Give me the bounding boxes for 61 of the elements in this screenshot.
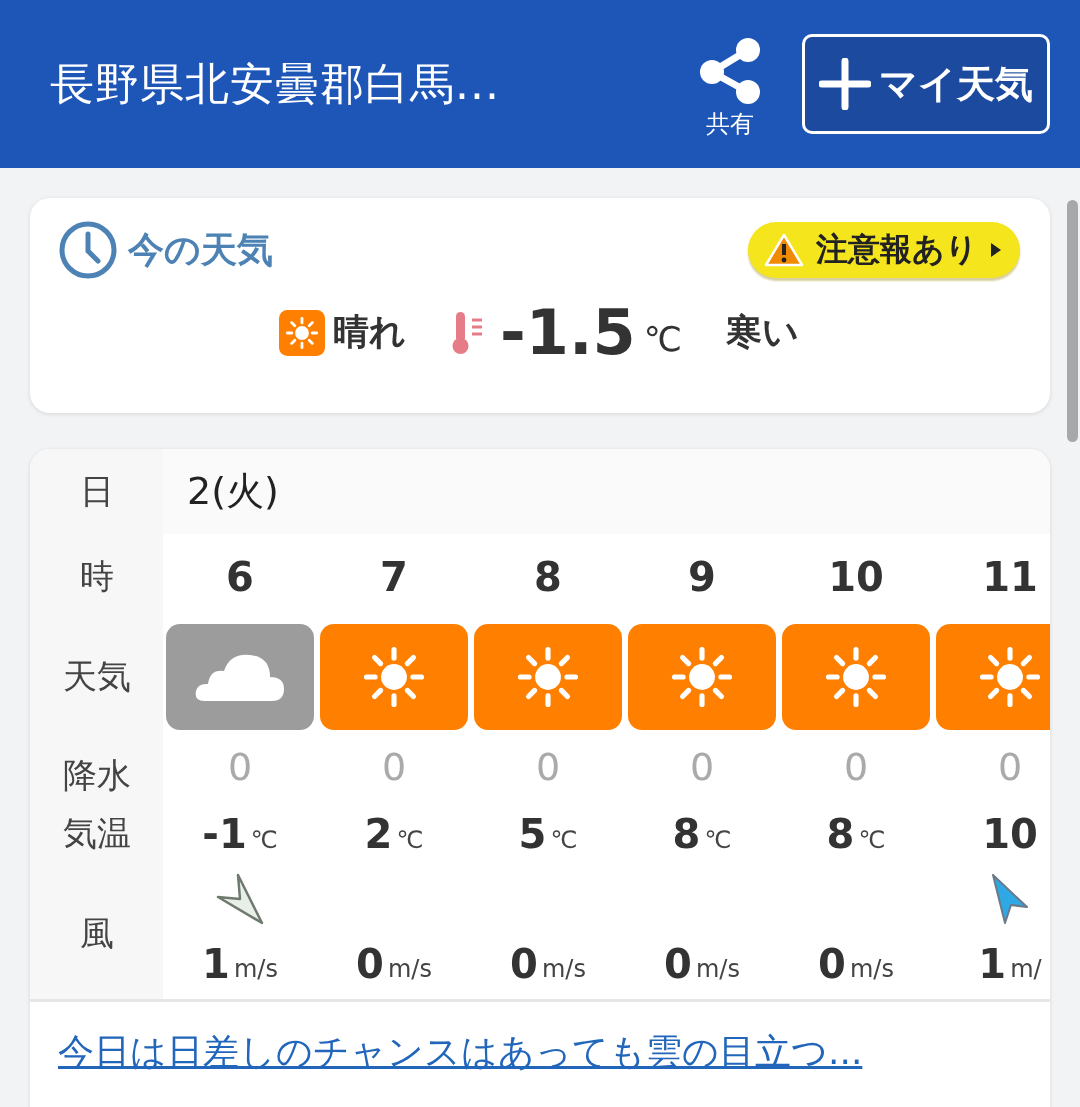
precipitation-value: 0 <box>226 743 254 791</box>
feeling-label: 寒い <box>725 310 799 354</box>
hour-label: 9 <box>687 552 717 602</box>
wind-speed-unit: m/ <box>1010 955 1042 983</box>
hour-label: 8 <box>533 552 563 602</box>
wind-speed-value: 1 <box>202 941 230 987</box>
wind-speed-value: 1 <box>978 941 1007 987</box>
share-button[interactable]: 共有 <box>696 36 764 140</box>
wind-speed-unit: m/s <box>849 955 894 983</box>
wind-speed-value: 0 <box>818 941 846 987</box>
thermometer-icon <box>450 309 485 356</box>
temperature-value: 8 <box>826 811 855 857</box>
row-label: 風 <box>78 912 115 955</box>
precipitation-value: 0 <box>996 743 1024 791</box>
temperature-unit: ℃ <box>250 826 278 854</box>
hour-label: 10 <box>827 552 885 602</box>
caret-icon <box>990 242 1002 258</box>
temperature-value: 2 <box>364 811 393 857</box>
sun-icon <box>279 309 326 356</box>
my-weather-button[interactable]: マイ天気 <box>802 34 1050 134</box>
weather-label: 晴れ <box>333 310 407 354</box>
precipitation-value: 0 <box>534 743 562 791</box>
temperature-unit: ℃ <box>858 826 886 854</box>
location-title: 長野県北安曇郡白馬... <box>50 56 501 111</box>
wind-speed-unit: m/s <box>541 955 586 983</box>
date-label: 2(火) <box>186 468 280 515</box>
temperature-unit: ℃ <box>704 826 732 854</box>
precipitation-value: 0 <box>380 743 408 791</box>
temperature-unit: ℃ <box>396 826 424 854</box>
temperature-value: -1 <box>202 811 247 857</box>
temperature-unit: ℃ <box>643 319 682 359</box>
temperature-value: -1.5 <box>500 296 636 369</box>
hour-label: 7 <box>379 552 409 602</box>
clock-icon <box>58 220 118 280</box>
wind-speed-unit: m/s <box>387 955 432 983</box>
temperature-unit: ℃ <box>550 826 578 854</box>
advisory-badge[interactable]: 注意報あり <box>748 222 1020 278</box>
wind-speed-value: 0 <box>356 941 384 987</box>
precipitation-value: 0 <box>842 743 870 791</box>
hour-label: 6 <box>225 552 255 602</box>
row-label: 気温 <box>61 812 132 855</box>
wind-speed-value: 0 <box>510 941 538 987</box>
precipitation-value: 0 <box>688 743 716 791</box>
warning-icon <box>764 232 804 268</box>
hour-label: 11 <box>981 552 1039 602</box>
scrollbar-thumb[interactable] <box>1067 200 1078 442</box>
temperature-value: 8 <box>672 811 701 857</box>
wind-arrow-icon <box>991 873 1029 925</box>
temperature-value: 10 <box>982 811 1038 857</box>
row-label: 日 <box>78 469 115 513</box>
wind-arrow-icon <box>216 873 264 925</box>
row-label: 降水 <box>61 754 132 797</box>
wind-speed-value: 0 <box>664 941 692 987</box>
temperature-value: 5 <box>518 811 547 857</box>
current-weather-title: 今の天気 <box>128 227 273 272</box>
wind-speed-unit: m/s <box>233 955 278 983</box>
plus-icon <box>819 58 871 110</box>
wind-speed-unit: m/s <box>695 955 740 983</box>
forecast-summary-link[interactable]: 今日は日差しのチャンスはあっても雲の目立つ... <box>58 1031 863 1072</box>
row-label: 時 <box>78 554 115 598</box>
row-label: 天気 <box>61 654 132 698</box>
